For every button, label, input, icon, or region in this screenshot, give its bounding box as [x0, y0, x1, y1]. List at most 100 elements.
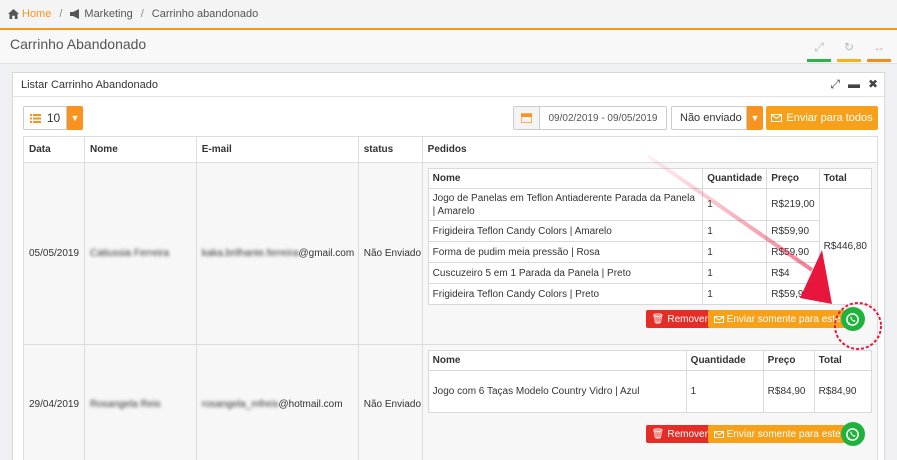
send-single-button[interactable]: Enviar somente para este [707, 425, 847, 443]
order-item-qty: 1 [702, 188, 768, 221]
expand-page-button[interactable]: ⤢ [807, 36, 831, 62]
resize-page-button[interactable]: ↔ [867, 36, 891, 62]
order-header-row: Nome Quantidade Preço Total [427, 168, 873, 189]
email-local-part: kaka.brilhante.ferreira [201, 248, 299, 259]
order-item-row: Frigideira Teflon Candy Colors | Amarelo… [427, 220, 871, 242]
order-item-row: Jogo de Panelas em Teflon Antiaderente P… [427, 188, 873, 305]
whatsapp-button[interactable] [840, 307, 865, 331]
page-size-select[interactable]: 10 ▼ [23, 106, 83, 130]
send-single-button[interactable]: Enviar somente para este [707, 310, 847, 328]
order-col-qty: Quantidade [702, 168, 768, 189]
home-icon [8, 9, 19, 19]
order-item-qty: 1 [685, 370, 764, 413]
expand-icon: ⤢ [814, 39, 824, 54]
envelope-icon [713, 430, 724, 438]
abandoned-cart-table: Data Nome E-mail status Pedidos 05/05/20… [23, 136, 879, 460]
send-all-button[interactable]: Enviar para todos [766, 106, 878, 130]
list-toolbar: 10 ▼ 09/02/2019 - 09/05/2019 Não enviado… [23, 106, 878, 132]
customer-name: Rosangela Reis [89, 399, 161, 410]
order-items-table: Nome Quantidade Preço Total Jogo com 6 T… [427, 350, 873, 413]
send-single-label: Enviar somente para este [726, 428, 841, 440]
send-all-label: Enviar para todos [786, 112, 873, 124]
panel-title: Listar Carrinho Abandonado [21, 78, 158, 91]
email-domain: @gmail.com [298, 248, 355, 259]
collapse-icon[interactable]: ▬ [848, 77, 860, 92]
chevron-down-icon[interactable]: ▼ [747, 106, 763, 130]
cell-email: kaka.brilhante.ferreira@gmail.com [195, 162, 359, 345]
table-row: 05/05/2019 Catiussia Ferreira kaka.brilh… [23, 162, 879, 345]
panel-tools: ⤢ ▬ ✖ [830, 77, 878, 92]
close-icon[interactable]: ✖ [868, 77, 878, 92]
breadcrumb-marketing-label: Marketing [84, 8, 133, 20]
order-item-name: Frigideira Teflon Candy Colors | Amarelo [427, 220, 704, 242]
order-total: R$84,90 [813, 370, 873, 413]
table-row: 29/04/2019 Rosangela Reis rosangela_mfre… [23, 344, 879, 460]
cell-status: Não Enviado [357, 162, 423, 345]
email-domain: @hotmail.com [278, 399, 343, 410]
cell-orders: Nome Quantidade Preço Total Jogo de Pane… [421, 162, 879, 345]
cell-date: 05/05/2019 [23, 162, 85, 345]
breadcrumb: Home / Marketing / Carrinho abandonado [8, 8, 258, 20]
date-range-picker[interactable]: 09/02/2019 - 09/05/2019 [513, 106, 667, 130]
calendar-icon [514, 107, 540, 129]
order-item-price: R$59,90 [766, 283, 820, 305]
trash-icon: 🗑 [651, 428, 665, 440]
breadcrumb-current: Carrinho abandonado [151, 8, 259, 20]
remove-button[interactable]: 🗑 Remover [645, 310, 714, 328]
cell-name: Rosangela Reis [83, 344, 197, 460]
column-header-email[interactable]: E-mail [195, 136, 359, 163]
breadcrumb-home-label: Home [22, 8, 52, 20]
trash-icon: 🗑 [651, 313, 665, 325]
whatsapp-icon [846, 312, 860, 326]
order-items-table: Nome Quantidade Preço Total Jogo de Pane… [427, 168, 873, 305]
column-header-orders[interactable]: Pedidos [421, 136, 879, 163]
table-header-row: Data Nome E-mail status Pedidos [23, 136, 879, 163]
order-item-price: R$219,00 [766, 188, 820, 221]
envelope-icon [771, 114, 783, 122]
order-item-price: R$84,90 [762, 370, 815, 413]
arrows-horizontal-icon: ↔ [873, 40, 885, 54]
page-header: Carrinho Abandonado ⤢ ↻ ↔ [0, 30, 897, 64]
refresh-page-button[interactable]: ↻ [837, 36, 861, 62]
order-col-price: Preço [762, 350, 815, 371]
customer-name: Catiussia Ferreira [89, 248, 169, 259]
order-item-price: R$59,90 [766, 220, 820, 242]
row-actions: 🗑 Remover Enviar somente para este [428, 307, 872, 339]
breadcrumb-separator: / [59, 8, 63, 20]
order-item-row: Cuscuzeiro 5 em 1 Parada da Panela | Pre… [427, 262, 871, 284]
order-item-price: R$59,90 [766, 241, 820, 263]
page-size-box[interactable]: 10 [23, 106, 67, 130]
order-col-qty: Quantidade [685, 350, 764, 371]
order-item-name: Cuscuzeiro 5 em 1 Parada da Panela | Pre… [427, 262, 704, 284]
panel-header: Listar Carrinho Abandonado ⤢ ▬ ✖ [13, 73, 884, 97]
list-icon [29, 113, 41, 123]
page-title: Carrinho Abandonado [10, 36, 147, 52]
order-header-row: Nome Quantidade Preço Total [427, 350, 873, 371]
order-item-name: Frigideira Teflon Candy Colors | Preto [427, 283, 704, 305]
order-col-total: Total [818, 168, 873, 189]
remove-button[interactable]: 🗑 Remover [645, 425, 714, 443]
order-item-qty: 1 [702, 220, 768, 242]
remove-label: Remover [667, 313, 708, 325]
cell-email: rosangela_mfreis@hotmail.com [195, 344, 359, 460]
chevron-down-icon[interactable]: ▼ [67, 106, 83, 130]
column-header-name[interactable]: Nome [83, 136, 197, 163]
order-item-qty: 1 [702, 283, 768, 305]
order-col-name: Nome [427, 350, 687, 371]
order-item-name: Jogo de Panelas em Teflon Antiaderente P… [427, 188, 704, 221]
abandoned-cart-panel: Listar Carrinho Abandonado ⤢ ▬ ✖ 10 ▼ 09… [12, 72, 885, 460]
breadcrumb-home-link[interactable]: Home [8, 8, 51, 20]
status-filter-select[interactable]: Não enviado ▼ [671, 106, 763, 130]
send-single-label: Enviar somente para este [726, 313, 841, 325]
whatsapp-button[interactable] [840, 422, 865, 446]
order-item-qty: 1 [702, 241, 768, 263]
order-item-name: Forma de pudim meia pressão | Rosa [427, 241, 704, 263]
column-header-date[interactable]: Data [23, 136, 85, 163]
breadcrumb-separator: / [140, 8, 144, 20]
column-header-status[interactable]: status [357, 136, 423, 163]
order-col-price: Preço [766, 168, 820, 189]
email-local-part: rosangela_mfreis [201, 399, 279, 410]
row-actions: 🗑 Remover Enviar somente para este [428, 422, 872, 454]
expand-icon[interactable]: ⤢ [830, 77, 840, 92]
breadcrumb-marketing-link[interactable]: Marketing [70, 8, 133, 20]
